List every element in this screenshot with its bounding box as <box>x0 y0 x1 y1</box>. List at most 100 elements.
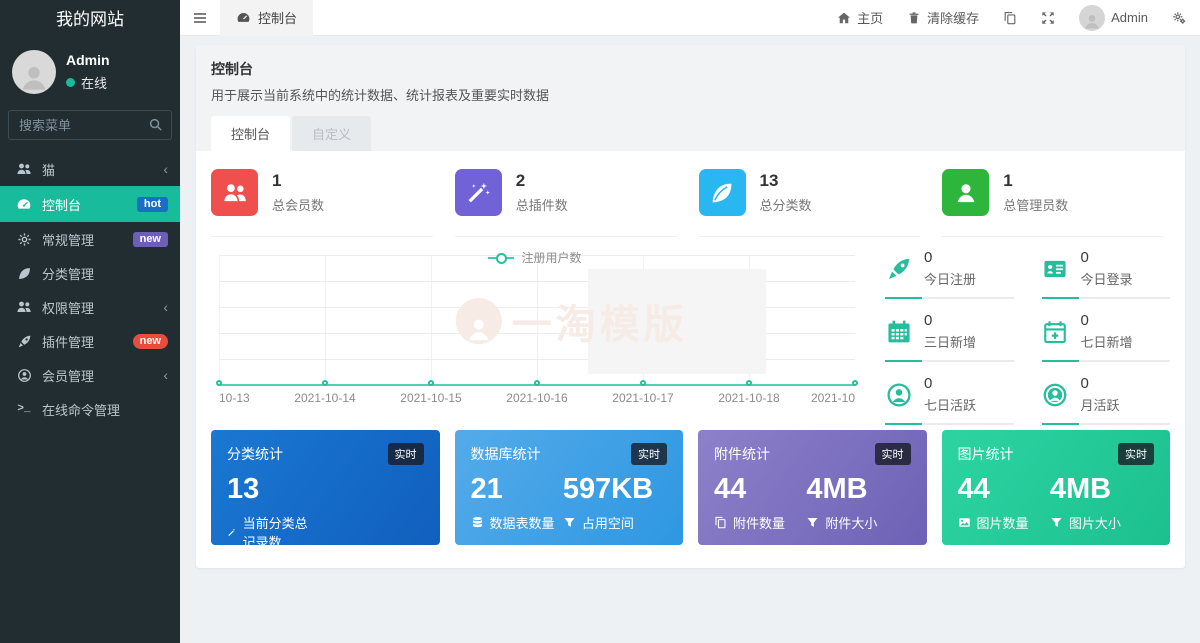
data-point[interactable] <box>428 380 434 386</box>
sidebar-item-label: 常规管理 <box>42 230 133 249</box>
user-circle-icon <box>15 367 33 383</box>
home-icon <box>837 11 851 25</box>
stat-total-addons[interactable]: 2总插件数 <box>455 169 677 237</box>
dot-circle-icon <box>1042 381 1069 408</box>
sidebar-item-addon[interactable]: 插件管理 new <box>0 324 180 358</box>
category-stats-card[interactable]: 分类统计 实时 13 当前分类总记录数 <box>211 430 440 545</box>
tab-dashboard[interactable]: 控制台 <box>211 116 290 151</box>
settings-button[interactable] <box>1172 11 1186 25</box>
chevron-left-icon: ‹ <box>163 367 168 383</box>
card-value: 597KB <box>563 473 667 506</box>
summary-cards-row: 分类统计 实时 13 当前分类总记录数 <box>211 430 1170 545</box>
mini-stat-value: 0 <box>1081 375 1120 392</box>
stat-label: 总分类数 <box>760 195 812 214</box>
data-point[interactable] <box>216 380 222 386</box>
stats-row: 1 总会员数 2总插件数 13总分类数 <box>211 169 1170 237</box>
sidebar-item-command[interactable]: >_ 在线命令管理 <box>0 392 180 426</box>
chart-legend[interactable]: 注册用户数 <box>211 249 859 266</box>
gear-icon <box>1172 11 1186 25</box>
card-value: 44 <box>714 473 806 506</box>
sidebar-item-user[interactable]: 会员管理 ‹ <box>0 358 180 392</box>
magic-wand-icon <box>455 169 502 216</box>
chevron-left-icon: ‹ <box>163 161 168 177</box>
data-point[interactable] <box>640 380 646 386</box>
mini-stat-seven-day-active: 0七日活跃 <box>885 375 1014 425</box>
person-icon <box>942 169 989 216</box>
dashboard-icon <box>15 196 33 212</box>
mini-stat-value: 0 <box>924 249 976 266</box>
x-tick-label: 2021-10-18 <box>718 391 779 405</box>
card-title: 分类统计 <box>227 444 283 464</box>
stat-value: 1 <box>272 171 324 191</box>
sidebar-item-auth[interactable]: 权限管理 ‹ <box>0 290 180 324</box>
sidebar-username: Admin <box>66 52 110 68</box>
admin-dashboard: 我的网站 Admin 在线 猫 ‹ 控制台 hot <box>0 0 1200 643</box>
mini-stat-label: 七日新增 <box>1081 332 1133 351</box>
mini-stat-label: 月活跃 <box>1081 395 1120 414</box>
user-menu[interactable]: Admin <box>1079 5 1148 31</box>
card-metric-label: 附件数量 <box>733 513 785 532</box>
new-badge: new <box>133 334 168 349</box>
sidebar-search <box>8 110 172 140</box>
fullscreen-button[interactable] <box>1041 11 1055 25</box>
sidebar-item-category[interactable]: 分类管理 <box>0 256 180 290</box>
sidebar-item-general[interactable]: 常规管理 new <box>0 222 180 256</box>
attachment-stats-card[interactable]: 附件统计 实时 44 附件数量 <box>698 430 927 545</box>
stat-label: 总插件数 <box>516 195 568 214</box>
card-title: 附件统计 <box>714 444 770 464</box>
mini-stat-three-day-new: 0 三日新增 <box>885 312 1014 362</box>
data-point[interactable] <box>322 380 328 386</box>
topbar: 控制台 主页 清除缓存 Admin <box>180 0 1200 36</box>
realtime-badge: 实时 <box>631 443 667 465</box>
watermark-logo-icon <box>456 298 502 344</box>
mini-stat-value: 0 <box>1081 312 1133 329</box>
clear-cache-button[interactable]: 清除缓存 <box>907 8 979 27</box>
id-card-icon <box>1042 255 1069 282</box>
image-stats-card[interactable]: 图片统计 实时 44 图片数量 <box>942 430 1171 545</box>
legend-line-marker-icon <box>488 257 514 259</box>
data-point[interactable] <box>852 380 858 386</box>
sidebar-item-label: 猫 <box>42 160 163 179</box>
stat-total-members[interactable]: 1 总会员数 <box>211 169 433 237</box>
stat-total-admins[interactable]: 1总管理员数 <box>942 169 1164 237</box>
dashboard-panel: 控制台 用于展示当前系统中的统计数据、统计报表及重要实时数据 控制台 自定义 1… <box>196 45 1185 568</box>
mini-stat-value: 0 <box>924 312 976 329</box>
tab-custom[interactable]: 自定义 <box>292 116 371 151</box>
watermark-text: 一淘模版 <box>512 292 688 350</box>
data-point[interactable] <box>534 380 540 386</box>
x-tick-label: 10-13 <box>219 391 250 405</box>
main-content: 控制台 用于展示当前系统中的统计数据、统计报表及重要实时数据 控制台 自定义 1… <box>180 36 1200 643</box>
sidebar-item-dashboard[interactable]: 控制台 hot <box>0 186 180 222</box>
sidebar-item-label: 会员管理 <box>42 366 163 385</box>
card-metric-label: 图片数量 <box>977 513 1029 532</box>
sidebar-item-cat[interactable]: 猫 ‹ <box>0 152 180 186</box>
hamburger-menu-icon[interactable] <box>180 0 220 36</box>
sidebar-item-label: 控制台 <box>42 195 137 214</box>
card-metric-label: 附件大小 <box>825 513 877 532</box>
rocket-icon <box>15 333 33 349</box>
copy-page-button[interactable] <box>1003 11 1017 25</box>
chart-plot-area: 一淘模版 <box>219 255 855 386</box>
home-link[interactable]: 主页 <box>837 8 883 27</box>
stat-total-categories[interactable]: 13总分类数 <box>699 169 921 237</box>
home-label: 主页 <box>857 8 883 27</box>
panel-body: 1 总会员数 2总插件数 13总分类数 <box>196 151 1185 545</box>
sidebar-item-label: 权限管理 <box>42 298 163 317</box>
content-tabs: 控制台 自定义 <box>211 116 1170 151</box>
stat-label: 总会员数 <box>272 195 324 214</box>
topbar-tab-dashboard[interactable]: 控制台 <box>220 0 313 36</box>
trash-icon <box>907 11 921 25</box>
x-tick-label: 2021-10-15 <box>400 391 461 405</box>
data-point[interactable] <box>746 380 752 386</box>
database-stats-card[interactable]: 数据库统计 实时 21 数据表数量 <box>455 430 684 545</box>
card-value: 4MB <box>806 473 910 506</box>
registered-users-chart[interactable]: 注册用户数 一淘模版 <box>211 249 859 409</box>
mini-stat-label: 三日新增 <box>924 332 976 351</box>
filter-icon <box>806 516 819 529</box>
topbar-tab-label: 控制台 <box>258 8 297 27</box>
x-tick-label: 2021-10-16 <box>506 391 567 405</box>
card-metric-label: 图片大小 <box>1069 513 1121 532</box>
dashboard-icon <box>236 10 251 25</box>
search-icon[interactable] <box>148 117 163 132</box>
chart-x-axis: 10-13 2021-10-14 2021-10-15 2021-10-16 2… <box>219 391 855 407</box>
